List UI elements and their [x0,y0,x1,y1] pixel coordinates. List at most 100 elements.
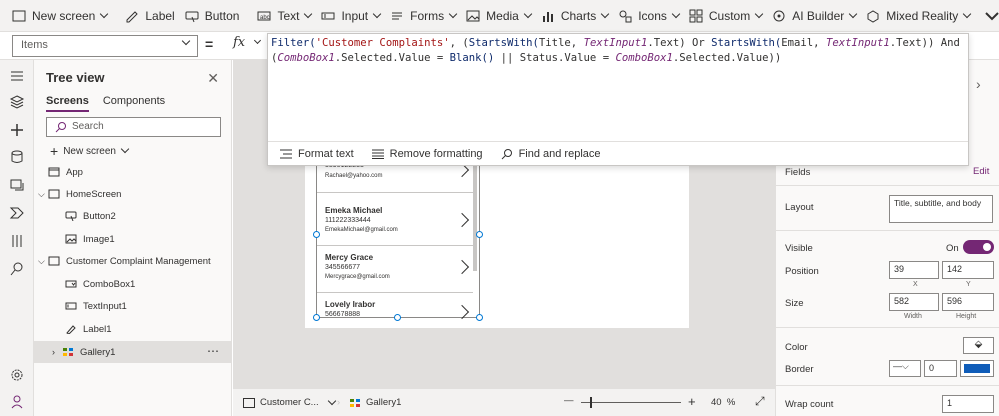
search-icon[interactable] [9,261,25,277]
media-menu[interactable]: Media [461,0,536,32]
resize-handle[interactable] [476,231,483,238]
virtual-agent-icon[interactable] [9,394,25,410]
tree-item-image1[interactable]: Image1 [34,228,231,250]
gallery-row[interactable]: Emeka Michael 111222333444 EmekaMichael@… [317,199,473,246]
input-menu[interactable]: Input [316,0,385,32]
more-options-icon[interactable]: ⋯ [207,344,219,358]
tree-view-title: Tree view [46,70,105,85]
forms-menu[interactable]: Forms [385,0,461,32]
svg-text:abc: abc [260,15,270,21]
layout-dropdown[interactable]: Title, subtitle, and body [889,195,993,223]
custom-menu[interactable]: Custom [684,0,767,32]
zoom-slider[interactable] [581,402,681,403]
mixed-reality-menu[interactable]: Mixed Reality [861,0,975,32]
text-menu[interactable]: abc Text [252,0,316,32]
status-bar: Customer C... › Gallery1 — + 40 % ⤢ [233,388,775,416]
chevron-right-icon[interactable]: › [52,347,62,357]
tree-item-combobox1[interactable]: ComboBox1 [34,273,231,295]
chevron-down-icon[interactable]: ⌵ [38,189,48,200]
label-button[interactable]: Label [120,0,179,32]
property-value: Items [21,39,48,51]
tab-components[interactable]: Components [103,95,165,112]
position-y-input[interactable]: 142 [942,261,994,279]
charts-menu[interactable]: Charts [536,0,613,32]
control-breadcrumb[interactable]: Gallery1 [349,397,401,408]
screen-breadcrumb[interactable]: Customer C... [243,396,336,408]
position-x-input[interactable]: 39 [889,261,939,279]
tree-item-label1[interactable]: Label1 [34,318,231,340]
menu-icon[interactable] [9,68,25,84]
format-text-button[interactable]: Format text [280,148,354,160]
close-icon[interactable]: ✕ [207,70,219,87]
border-width-input[interactable]: 0 [924,360,957,377]
tree-item-label: Gallery1 [80,346,116,358]
custom-icon [689,9,703,22]
tab-screens[interactable]: Screens [46,95,89,112]
media-rail-icon[interactable] [9,177,25,193]
more-toolbar-button[interactable] [975,0,999,32]
chevron-right-icon[interactable] [454,212,470,228]
data-icon[interactable] [9,149,25,165]
new-screen-button[interactable]: + New screen [50,143,130,159]
height-caption: Height [956,313,977,320]
resize-handle[interactable] [313,314,320,321]
tree-item-app[interactable]: App [34,161,231,183]
new-screen-menu[interactable]: New screen [0,0,112,32]
screen-icon [48,189,60,199]
fx-button[interactable]: fx [227,35,265,57]
settings-icon[interactable] [9,367,25,383]
tree-item-textinput1[interactable]: TextInput1 [34,295,231,317]
button-button[interactable]: Button [180,0,245,32]
zoom-slider-thumb[interactable] [590,397,592,408]
power-automate-icon[interactable] [9,205,25,221]
wrap-count-input[interactable]: 1 [942,395,994,413]
tree-item-label: Label1 [83,323,112,335]
fill-color-picker[interactable]: ⬙ [963,337,994,354]
visible-toggle[interactable] [963,240,994,254]
chevron-down-icon[interactable]: ⌵ [38,256,48,267]
remove-formatting-button[interactable]: Remove formatting [371,148,483,160]
tree-item-homescreen[interactable]: ⌵ HomeScreen [34,183,231,205]
fx-icon: fx [233,35,246,50]
chevron-right-icon[interactable] [454,304,470,320]
icons-menu[interactable]: Icons [613,0,684,32]
resize-handle[interactable] [394,314,401,321]
zoom-in-button[interactable]: + [688,394,696,409]
zoom-out-button[interactable]: — [564,395,574,406]
gallery-row-subtitle: 345566677 [325,264,361,271]
position-y-value: 142 [947,264,963,274]
fullscreen-icon[interactable]: ⤢ [755,394,765,409]
find-replace-button[interactable]: Find and replace [501,148,601,160]
label-icon [126,10,139,22]
property-dropdown[interactable]: Items [12,35,198,57]
width-input[interactable]: 582 [889,293,939,311]
plus-icon: + [50,143,59,159]
gallery-scrollbar[interactable] [473,159,477,271]
tree-search-input[interactable]: Search [46,117,221,137]
insert-icon[interactable] [9,122,25,138]
gallery1[interactable]: 5890122233 Rachael@yahoo.com Emeka Micha… [316,158,480,320]
resize-handle[interactable] [476,314,483,321]
fields-edit-link[interactable]: Edit [973,166,989,177]
chevron-right-icon[interactable] [454,259,470,275]
screen-breadcrumb-label: Customer C... [260,397,319,408]
chevron-right-icon[interactable]: › [976,76,981,92]
left-rail [0,60,34,416]
tree-item-customer-complaint-management[interactable]: ⌵ Customer Complaint Management [34,250,231,272]
border-style-dropdown[interactable]: —⌵ [889,360,921,377]
formula-editor[interactable]: Filter('Customer Complaints', (StartsWit… [267,33,969,166]
layers-icon[interactable] [9,94,25,110]
variables-icon[interactable] [9,233,25,249]
wrap-count-label: Wrap count [785,399,834,410]
border-color-picker[interactable] [960,360,994,377]
resize-handle[interactable] [313,231,320,238]
ai-builder-menu[interactable]: AI Builder [767,0,861,32]
tree-item-button2[interactable]: Button2 [34,205,231,227]
tree-item-gallery1[interactable]: › Gallery1 ⋯ [34,341,231,363]
gallery-row[interactable]: Mercy Grace 345566677 Mercygrace@gmail.c… [317,246,473,293]
formula-text[interactable]: Filter('Customer Complaints', (StartsWit… [271,36,961,66]
height-input[interactable]: 596 [942,293,994,311]
mixed-reality-icon [867,9,879,23]
zoom-unit: % [726,397,736,408]
height-value: 596 [947,296,963,306]
